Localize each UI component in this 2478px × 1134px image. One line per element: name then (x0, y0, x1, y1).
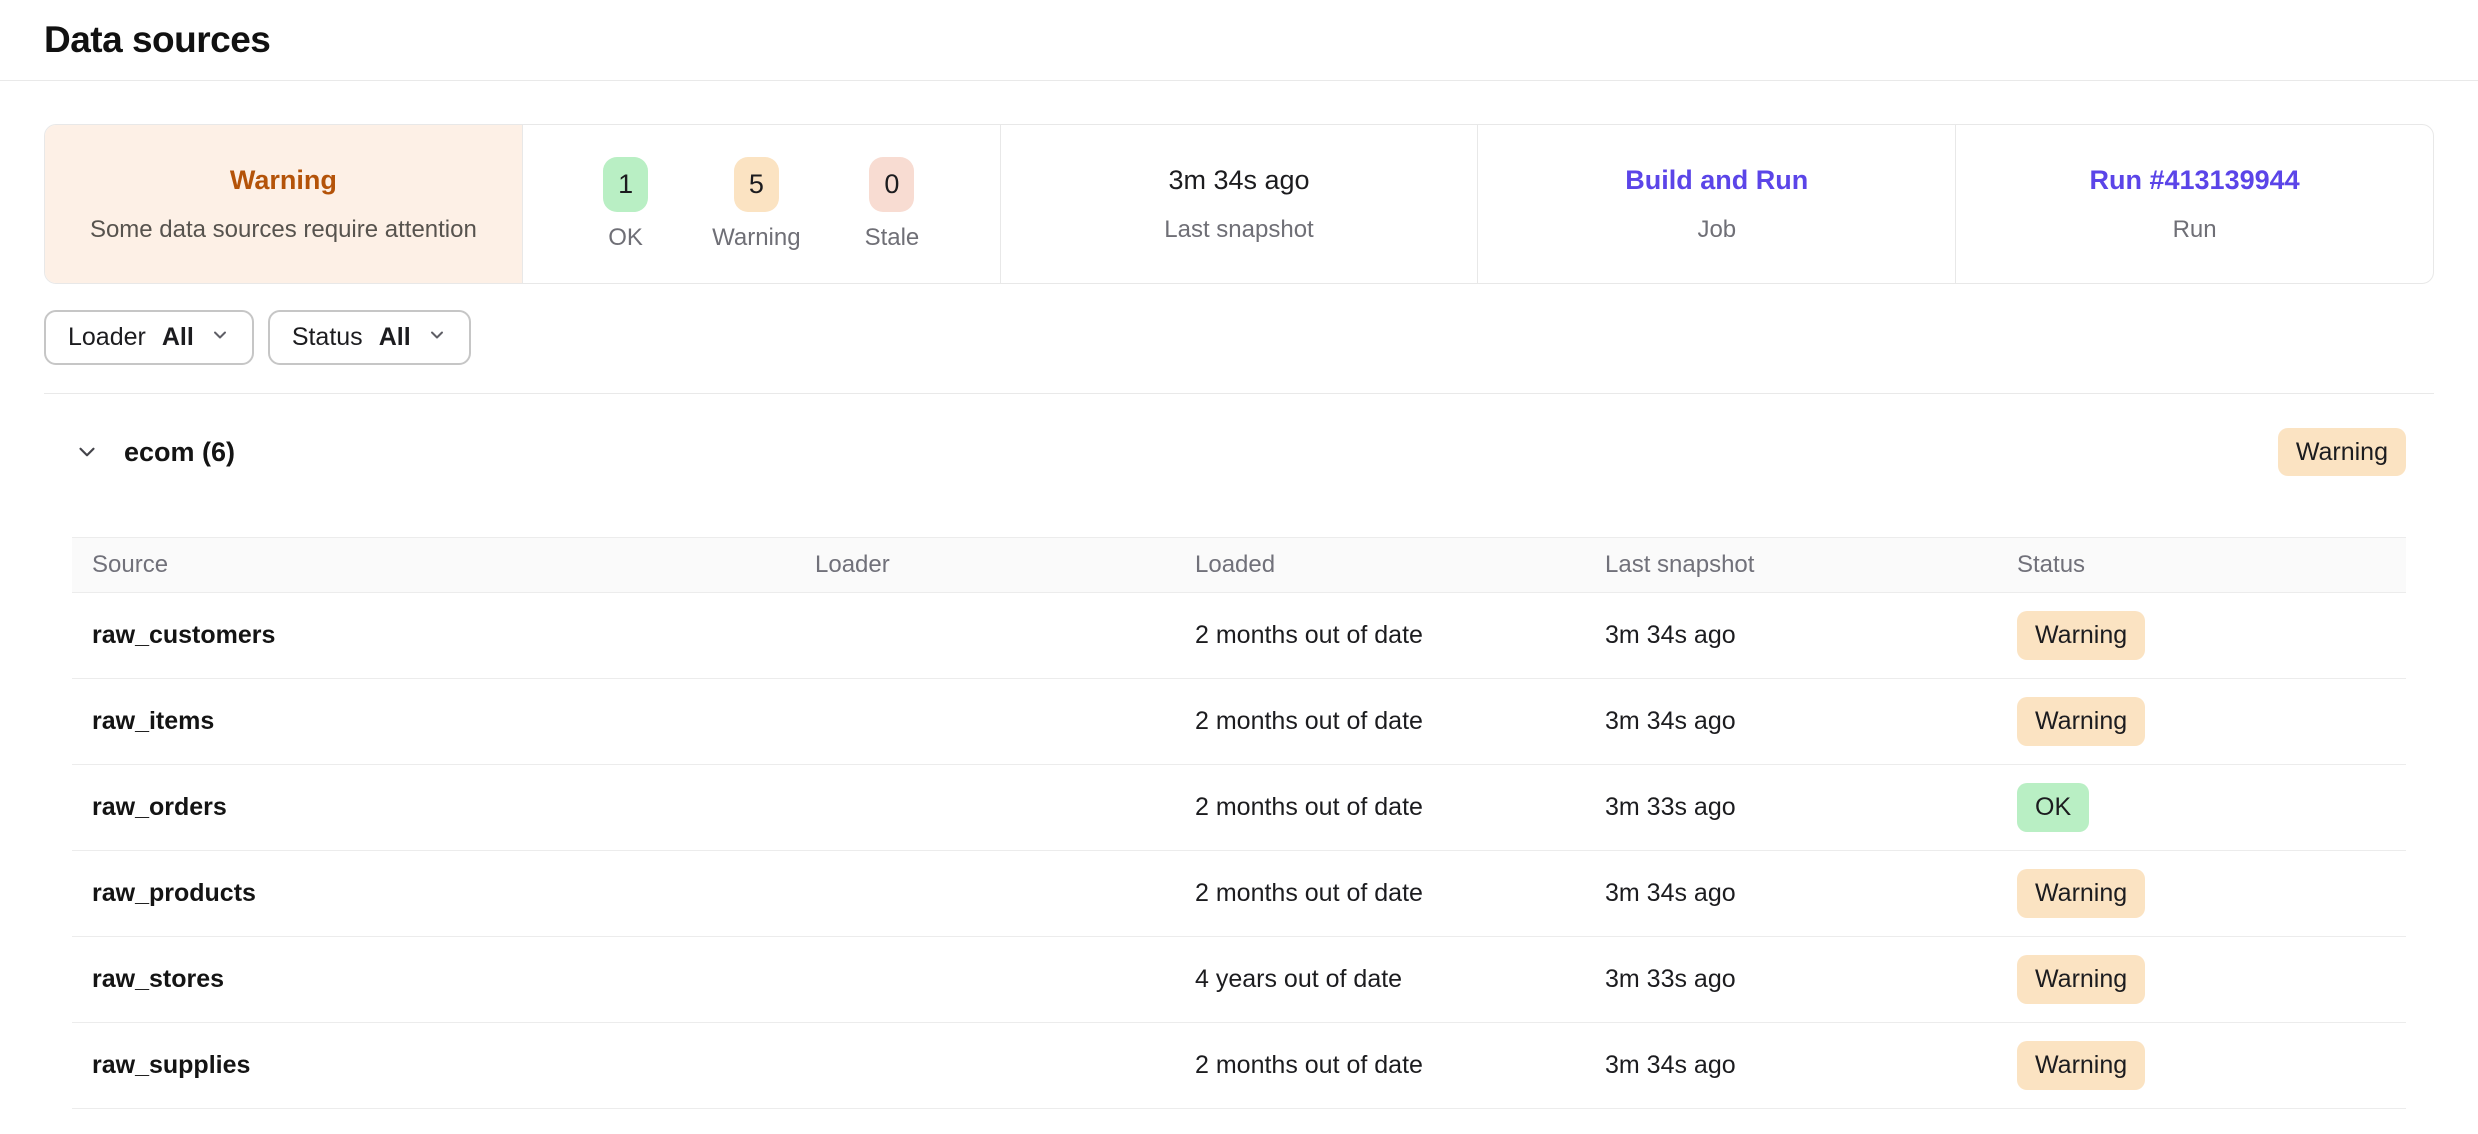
last-snapshot-cell: 3m 34s ago (1605, 1023, 2017, 1109)
source-cell: raw_orders (72, 765, 815, 851)
last-snapshot-cell: 3m 34s ago (1605, 851, 2017, 937)
group-section-ecom: ecom (6) Warning Source Loader Loaded La… (72, 424, 2406, 1109)
table-row: raw_items 2 months out of date 3m 34s ag… (72, 679, 2406, 765)
source-cell: raw_customers (72, 593, 815, 679)
loader-cell (815, 593, 1195, 679)
table-row: raw_customers 2 months out of date 3m 34… (72, 593, 2406, 679)
table-header-row: Source Loader Loaded Last snapshot Statu… (72, 538, 2406, 593)
column-header-status: Status (2017, 538, 2406, 593)
group-name: ecom (6) (124, 437, 235, 468)
count-ok-value: 1 (603, 157, 648, 212)
loaded-cell: 2 months out of date (1195, 851, 1605, 937)
loader-cell (815, 765, 1195, 851)
loaded-cell: 2 months out of date (1195, 593, 1605, 679)
status-cell: Warning (2017, 1023, 2406, 1109)
source-cell: raw_stores (72, 937, 815, 1023)
last-snapshot-cell: 3m 33s ago (1605, 937, 2017, 1023)
last-snapshot-cell: 3m 34s ago (1605, 593, 2017, 679)
status-cell: Warning (2017, 679, 2406, 765)
count-ok: 1 OK (603, 157, 648, 252)
count-warning-label: Warning (712, 224, 800, 252)
source-cell: raw_supplies (72, 1023, 815, 1109)
overall-status-subtitle: Some data sources require attention (90, 216, 477, 244)
page-title: Data sources (44, 19, 270, 61)
run-link[interactable]: Run #413139944 (2090, 165, 2300, 196)
status-counts: 1 OK 5 Warning 0 Stale (603, 157, 919, 252)
column-header-last-snapshot: Last snapshot (1605, 538, 2017, 593)
source-cell: raw_products (72, 851, 815, 937)
status-counts-card: 1 OK 5 Warning 0 Stale (522, 125, 1000, 283)
count-ok-label: OK (608, 224, 643, 252)
chevron-down-icon (427, 323, 447, 352)
data-sources-table: Source Loader Loaded Last snapshot Statu… (72, 537, 2406, 1109)
column-header-source: Source (72, 538, 815, 593)
status-filter-dropdown[interactable]: Status All (268, 310, 471, 365)
table-row: raw_products 2 months out of date 3m 34s… (72, 851, 2406, 937)
count-stale-label: Stale (865, 224, 920, 252)
table-row: raw_supplies 2 months out of date 3m 34s… (72, 1023, 2406, 1109)
count-warning-value: 5 (734, 157, 779, 212)
column-header-loader: Loader (815, 538, 1195, 593)
overall-status-title: Warning (230, 165, 337, 196)
loaded-cell: 2 months out of date (1195, 765, 1605, 851)
loaded-cell: 2 months out of date (1195, 1023, 1605, 1109)
status-badge: OK (2017, 783, 2089, 832)
status-badge: Warning (2017, 1041, 2145, 1090)
last-snapshot-card: 3m 34s ago Last snapshot (1000, 125, 1478, 283)
page-header: Data sources (0, 0, 2478, 81)
status-badge: Warning (2017, 697, 2145, 746)
loader-cell (815, 851, 1195, 937)
loader-filter-dropdown[interactable]: Loader All (44, 310, 254, 365)
status-badge: Warning (2017, 869, 2145, 918)
job-label: Job (1697, 216, 1736, 244)
status-badge: Warning (2017, 955, 2145, 1004)
last-snapshot-cell: 3m 33s ago (1605, 765, 2017, 851)
loader-cell (815, 1023, 1195, 1109)
filter-bar: Loader All Status All (44, 310, 2434, 365)
status-cell: Warning (2017, 937, 2406, 1023)
status-filter-value: All (379, 323, 411, 352)
loader-filter-value: All (162, 323, 194, 352)
last-snapshot-cell: 3m 34s ago (1605, 679, 2017, 765)
chevron-down-icon[interactable] (74, 439, 100, 465)
summary-cards: Warning Some data sources require attent… (44, 124, 2434, 284)
job-link[interactable]: Build and Run (1625, 165, 1808, 196)
chevron-down-icon (210, 323, 230, 352)
loader-cell (815, 937, 1195, 1023)
divider (44, 393, 2434, 394)
overall-status-card: Warning Some data sources require attent… (45, 125, 522, 283)
status-badge: Warning (2017, 611, 2145, 660)
status-cell: Warning (2017, 851, 2406, 937)
count-stale: 0 Stale (865, 157, 920, 252)
status-filter-label: Status (292, 323, 363, 352)
last-snapshot-value: 3m 34s ago (1168, 165, 1309, 196)
column-header-loaded: Loaded (1195, 538, 1605, 593)
run-label: Run (2173, 216, 2217, 244)
loader-cell (815, 679, 1195, 765)
table-row: raw_stores 4 years out of date 3m 33s ag… (72, 937, 2406, 1023)
job-card: Build and Run Job (1477, 125, 1955, 283)
loader-filter-label: Loader (68, 323, 146, 352)
count-warning: 5 Warning (712, 157, 800, 252)
source-cell: raw_items (72, 679, 815, 765)
last-snapshot-label: Last snapshot (1164, 216, 1313, 244)
loaded-cell: 2 months out of date (1195, 679, 1605, 765)
table-row: raw_orders 2 months out of date 3m 33s a… (72, 765, 2406, 851)
count-stale-value: 0 (869, 157, 914, 212)
status-cell: OK (2017, 765, 2406, 851)
group-status-badge: Warning (2278, 428, 2406, 477)
group-header-ecom[interactable]: ecom (6) Warning (72, 424, 2406, 480)
status-cell: Warning (2017, 593, 2406, 679)
run-card: Run #413139944 Run (1955, 125, 2433, 283)
loaded-cell: 4 years out of date (1195, 937, 1605, 1023)
